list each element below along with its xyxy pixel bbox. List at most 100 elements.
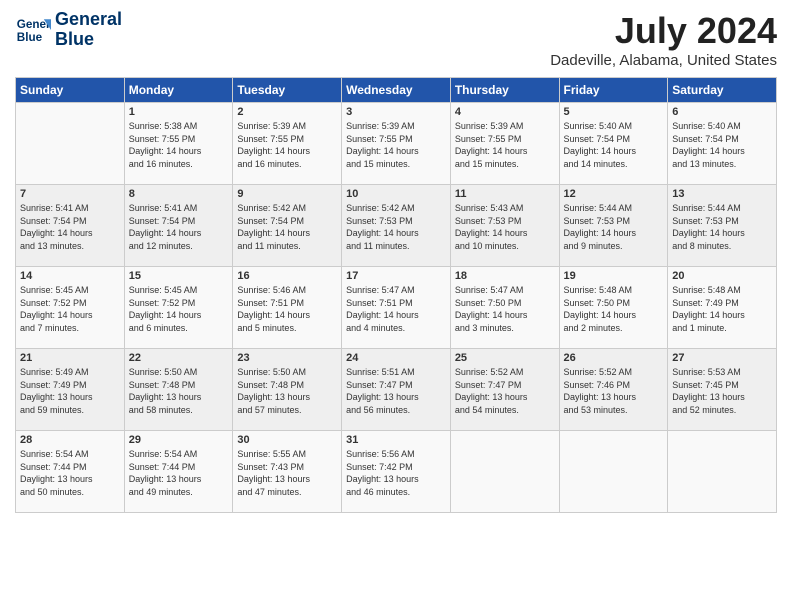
- day-info: Sunrise: 5:46 AM Sunset: 7:51 PM Dayligh…: [237, 284, 337, 334]
- day-info: Sunrise: 5:39 AM Sunset: 7:55 PM Dayligh…: [237, 120, 337, 170]
- calendar-cell: 30 Sunrise: 5:55 AM Sunset: 7:43 PM Dayli…: [233, 431, 342, 513]
- day-info: Sunrise: 5:48 AM Sunset: 7:49 PM Dayligh…: [672, 284, 772, 334]
- day-number: 22: [129, 352, 229, 364]
- calendar-cell: 12Sunrise: 5:44 AM Sunset: 7:53 PM Dayli…: [559, 185, 668, 267]
- header-day-wednesday: Wednesday: [342, 78, 451, 103]
- header-day-saturday: Saturday: [668, 78, 777, 103]
- day-info: Sunrise: 5:48 AM Sunset: 7:50 PM Dayligh…: [564, 284, 664, 334]
- day-info: Sunrise: 5:44 AM Sunset: 7:53 PM Dayligh…: [672, 202, 772, 252]
- header-day-tuesday: Tuesday: [233, 78, 342, 103]
- header-day-friday: Friday: [559, 78, 668, 103]
- day-info: Sunrise: 5:39 AM Sunset: 7:55 PM Dayligh…: [346, 120, 446, 170]
- calendar-cell: 18 Sunrise: 5:47 AM Sunset: 7:50 PM Dayli…: [450, 267, 559, 349]
- day-info: Sunrise: 5:47 AM Sunset: 7:50 PM Dayligh…: [455, 284, 555, 334]
- location: Dadeville, Alabama, United States: [550, 52, 777, 69]
- calendar-cell: 13 Sunrise: 5:44 AM Sunset: 7:53 PM Dayli…: [668, 185, 777, 267]
- calendar-cell: 4Sunrise: 5:39 AM Sunset: 7:55 PM Daylig…: [450, 103, 559, 185]
- logo-icon: General Blue: [15, 12, 51, 48]
- day-number: 8: [129, 188, 229, 200]
- day-number: 13: [672, 188, 772, 200]
- week-row: 28Sunrise: 5:54 AM Sunset: 7:44 PM Dayli…: [16, 431, 777, 513]
- day-info: Sunrise: 5:41 AM Sunset: 7:54 PM Dayligh…: [20, 202, 120, 252]
- day-number: 26: [564, 352, 664, 364]
- calendar-cell: 10 Sunrise: 5:42 AM Sunset: 7:53 PM Dayli…: [342, 185, 451, 267]
- calendar-table: SundayMondayTuesdayWednesdayThursdayFrid…: [15, 77, 777, 513]
- title-block: July 2024 Dadeville, Alabama, United Sta…: [550, 10, 777, 69]
- calendar-cell: 6Sunrise: 5:40 AM Sunset: 7:54 PM Daylig…: [668, 103, 777, 185]
- day-number: 25: [455, 352, 555, 364]
- day-number: 10: [346, 188, 446, 200]
- calendar-cell: 8Sunrise: 5:41 AM Sunset: 7:54 PM Daylig…: [124, 185, 233, 267]
- day-info: Sunrise: 5:55 AM Sunset: 7:43 PM Dayligh…: [237, 448, 337, 498]
- calendar-cell: 5Sunrise: 5:40 AM Sunset: 7:54 PM Daylig…: [559, 103, 668, 185]
- calendar-cell: [668, 431, 777, 513]
- day-info: Sunrise: 5:50 AM Sunset: 7:48 PM Dayligh…: [237, 366, 337, 416]
- page-header: General Blue General Blue July 2024 Dade…: [15, 10, 777, 69]
- day-number: 30: [237, 434, 337, 446]
- calendar-cell: 17 Sunrise: 5:47 AM Sunset: 7:51 PM Dayli…: [342, 267, 451, 349]
- day-info: Sunrise: 5:45 AM Sunset: 7:52 PM Dayligh…: [129, 284, 229, 334]
- logo: General Blue General Blue: [15, 10, 122, 50]
- day-info: Sunrise: 5:42 AM Sunset: 7:53 PM Dayligh…: [346, 202, 446, 252]
- month-title: July 2024: [550, 10, 777, 52]
- calendar-cell: 29Sunrise: 5:54 AM Sunset: 7:44 PM Dayli…: [124, 431, 233, 513]
- calendar-cell: 28Sunrise: 5:54 AM Sunset: 7:44 PM Dayli…: [16, 431, 125, 513]
- day-info: Sunrise: 5:56 AM Sunset: 7:42 PM Dayligh…: [346, 448, 446, 498]
- day-number: 11: [455, 188, 555, 200]
- logo-line2: Blue: [55, 30, 122, 50]
- day-number: 16: [237, 270, 337, 282]
- calendar-cell: 15 Sunrise: 5:45 AM Sunset: 7:52 PM Dayli…: [124, 267, 233, 349]
- calendar-cell: 3 Sunrise: 5:39 AM Sunset: 7:55 PM Daylig…: [342, 103, 451, 185]
- day-info: Sunrise: 5:42 AM Sunset: 7:54 PM Dayligh…: [237, 202, 337, 252]
- day-number: 3: [346, 106, 446, 118]
- day-info: Sunrise: 5:45 AM Sunset: 7:52 PM Dayligh…: [20, 284, 120, 334]
- day-number: 6: [672, 106, 772, 118]
- calendar-body: 1 Sunrise: 5:38 AM Sunset: 7:55 PM Daylig…: [16, 103, 777, 513]
- day-number: 29: [129, 434, 229, 446]
- day-info: Sunrise: 5:39 AM Sunset: 7:55 PM Dayligh…: [455, 120, 555, 170]
- calendar-cell: 7 Sunrise: 5:41 AM Sunset: 7:54 PM Daylig…: [16, 185, 125, 267]
- day-info: Sunrise: 5:38 AM Sunset: 7:55 PM Dayligh…: [129, 120, 229, 170]
- calendar-cell: 1 Sunrise: 5:38 AM Sunset: 7:55 PM Daylig…: [124, 103, 233, 185]
- day-number: 1: [129, 106, 229, 118]
- day-number: 18: [455, 270, 555, 282]
- calendar-cell: 20Sunrise: 5:48 AM Sunset: 7:49 PM Dayli…: [668, 267, 777, 349]
- day-number: 23: [237, 352, 337, 364]
- day-info: Sunrise: 5:51 AM Sunset: 7:47 PM Dayligh…: [346, 366, 446, 416]
- calendar-cell: 26 Sunrise: 5:52 AM Sunset: 7:46 PM Dayli…: [559, 349, 668, 431]
- calendar-cell: 22Sunrise: 5:50 AM Sunset: 7:48 PM Dayli…: [124, 349, 233, 431]
- calendar-cell: [559, 431, 668, 513]
- day-info: Sunrise: 5:43 AM Sunset: 7:53 PM Dayligh…: [455, 202, 555, 252]
- calendar-header: SundayMondayTuesdayWednesdayThursdayFrid…: [16, 78, 777, 103]
- calendar-cell: [450, 431, 559, 513]
- calendar-cell: 23 Sunrise: 5:50 AM Sunset: 7:48 PM Dayli…: [233, 349, 342, 431]
- logo-line1: General: [55, 10, 122, 30]
- day-info: Sunrise: 5:52 AM Sunset: 7:47 PM Dayligh…: [455, 366, 555, 416]
- header-row: SundayMondayTuesdayWednesdayThursdayFrid…: [16, 78, 777, 103]
- day-number: 15: [129, 270, 229, 282]
- header-day-monday: Monday: [124, 78, 233, 103]
- day-number: 19: [564, 270, 664, 282]
- day-info: Sunrise: 5:54 AM Sunset: 7:44 PM Dayligh…: [20, 448, 120, 498]
- week-row: 7 Sunrise: 5:41 AM Sunset: 7:54 PM Daylig…: [16, 185, 777, 267]
- week-row: 14 Sunrise: 5:45 AM Sunset: 7:52 PM Dayli…: [16, 267, 777, 349]
- logo-text: General Blue: [55, 10, 122, 50]
- day-number: 7: [20, 188, 120, 200]
- calendar-cell: 21Sunrise: 5:49 AM Sunset: 7:49 PM Dayli…: [16, 349, 125, 431]
- day-info: Sunrise: 5:47 AM Sunset: 7:51 PM Dayligh…: [346, 284, 446, 334]
- calendar-cell: 2Sunrise: 5:39 AM Sunset: 7:55 PM Daylig…: [233, 103, 342, 185]
- day-number: 9: [237, 188, 337, 200]
- calendar-cell: 31Sunrise: 5:56 AM Sunset: 7:42 PM Dayli…: [342, 431, 451, 513]
- day-number: 14: [20, 270, 120, 282]
- calendar-cell: 24 Sunrise: 5:51 AM Sunset: 7:47 PM Dayli…: [342, 349, 451, 431]
- day-info: Sunrise: 5:44 AM Sunset: 7:53 PM Dayligh…: [564, 202, 664, 252]
- week-row: 21Sunrise: 5:49 AM Sunset: 7:49 PM Dayli…: [16, 349, 777, 431]
- day-number: 24: [346, 352, 446, 364]
- day-number: 21: [20, 352, 120, 364]
- day-info: Sunrise: 5:53 AM Sunset: 7:45 PM Dayligh…: [672, 366, 772, 416]
- week-row: 1 Sunrise: 5:38 AM Sunset: 7:55 PM Daylig…: [16, 103, 777, 185]
- day-info: Sunrise: 5:52 AM Sunset: 7:46 PM Dayligh…: [564, 366, 664, 416]
- calendar-cell: 16 Sunrise: 5:46 AM Sunset: 7:51 PM Dayli…: [233, 267, 342, 349]
- day-number: 17: [346, 270, 446, 282]
- header-day-sunday: Sunday: [16, 78, 125, 103]
